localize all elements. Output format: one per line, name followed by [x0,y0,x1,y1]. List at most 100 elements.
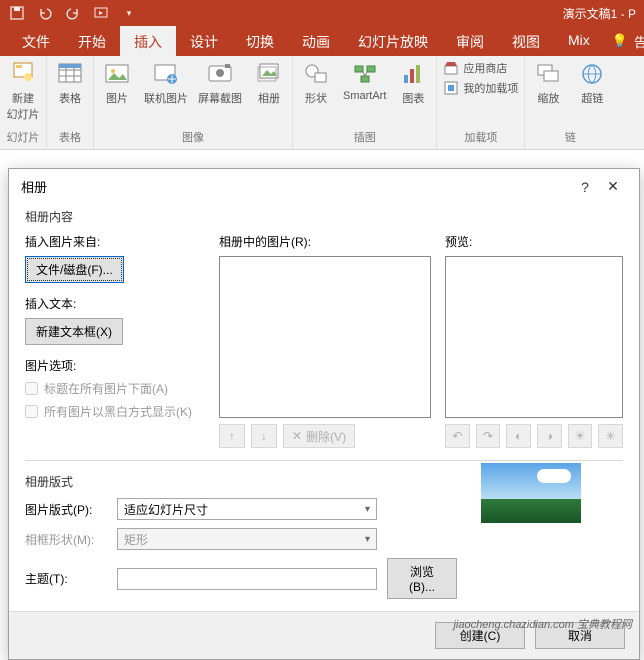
tab-mix[interactable]: Mix [554,26,604,56]
smartart-button[interactable]: SmartArt [343,60,386,102]
chart-label: 图表 [402,90,424,106]
arrow-up-icon: ↑ [229,429,235,443]
tab-file[interactable]: 文件 [8,26,64,56]
album-icon [255,60,283,88]
frame-shape-combo[interactable]: 矩形 [117,528,377,550]
frame-shape-label: 相框形状(M): [25,531,107,548]
dialog-close-button[interactable]: ✕ [599,178,627,195]
group-label-tables: 表格 [59,127,81,149]
album-label: 相册 [258,90,280,106]
pictures-listbox[interactable] [219,256,431,418]
tab-slideshow[interactable]: 幻灯片放映 [344,26,442,56]
picture-button[interactable]: 图片 [100,60,134,106]
new-slide-icon [9,60,37,88]
online-picture-icon [152,60,180,88]
ribbon-group-tables: 表格 表格 [47,56,94,149]
lightbulb-icon: 💡 [612,33,628,49]
redo-icon[interactable] [66,6,80,20]
hyperlink-label: 超链 [581,90,603,106]
tab-animations[interactable]: 动画 [288,26,344,56]
contrast-down-button[interactable]: ◑ [537,424,562,448]
picture-options-label: 图片选项: [25,357,205,374]
photo-album-dialog: 相册 ? ✕ 相册内容 插入图片来自: 文件/磁盘(F)... 插入文本: 新建… [8,168,640,660]
album-button[interactable]: 相册 [252,60,286,106]
undo-icon[interactable] [38,6,52,20]
tab-view[interactable]: 视图 [498,26,554,56]
bw-display-input[interactable] [25,405,38,418]
new-slide-label: 新建 幻灯片 [7,90,40,122]
shapes-icon [302,60,330,88]
caption-below-label: 标题在所有图片下面(A) [44,380,168,397]
contrast-up-button[interactable]: ◐ [506,424,531,448]
picture-layout-combo[interactable]: 适应幻灯片尺寸 [117,498,377,520]
quick-access-toolbar: ▾ [0,6,136,20]
rotate-left-button[interactable]: ↶ [445,424,470,448]
preview-label: 预览: [445,233,623,250]
my-addins-button[interactable]: 我的加载项 [443,80,518,96]
store-icon [443,60,459,76]
brightness-down-button[interactable]: ✳ [598,424,623,448]
shapes-button[interactable]: 形状 [299,60,333,106]
caption-below-checkbox[interactable]: 标题在所有图片下面(A) [25,380,205,397]
theme-textbox[interactable] [117,568,377,590]
hyperlink-button[interactable]: 超链 [575,60,609,106]
album-content-label: 相册内容 [25,208,623,225]
caption-below-input[interactable] [25,382,38,395]
file-disk-button[interactable]: 文件/磁盘(F)... [25,256,124,283]
rotate-left-icon: ↶ [452,429,462,443]
qat-dropdown-icon[interactable]: ▾ [122,6,136,20]
screenshot-button[interactable]: 屏幕截图 [198,60,242,106]
bw-display-checkbox[interactable]: 所有图片以黑白方式显示(K) [25,403,205,420]
dialog-help-button[interactable]: ? [571,179,599,195]
group-label-addins: 加载项 [464,127,497,149]
watermark-text: jiaocheng.chazidian.com 宝典教程网 [453,616,632,632]
tab-home[interactable]: 开始 [64,26,120,56]
online-picture-label: 联机图片 [144,90,188,106]
group-label-illustrations: 插图 [354,127,376,149]
chart-button[interactable]: 图表 [396,60,430,106]
tab-transitions[interactable]: 切换 [232,26,288,56]
move-up-button[interactable]: ↑ [219,424,245,448]
tab-insert[interactable]: 插入 [120,26,176,56]
picture-layout-label: 图片版式(P): [25,501,107,518]
shapes-label: 形状 [305,90,327,106]
brightness-up-button[interactable]: ☀ [568,424,593,448]
new-slide-button[interactable]: 新建 幻灯片 [6,60,40,122]
tab-design[interactable]: 设计 [176,26,232,56]
addins-icon [443,80,459,96]
tell-me-label: 告诉我你 [634,32,644,51]
table-button[interactable]: 表格 [53,60,87,106]
new-textbox-button[interactable]: 新建文本框(X) [25,318,123,345]
brightness-down-icon: ✳ [606,429,616,443]
arrow-down-icon: ↓ [261,429,267,443]
ribbon: 新建 幻灯片 幻灯片 表格 表格 图片 联机图片 屏幕截图 [0,56,644,150]
tell-me-search[interactable]: 💡 告诉我你 [612,26,644,56]
bw-display-label: 所有图片以黑白方式显示(K) [44,403,192,420]
tab-review[interactable]: 审阅 [442,26,498,56]
online-picture-button[interactable]: 联机图片 [144,60,188,106]
group-label-slides: 幻灯片 [7,127,40,149]
theme-label: 主题(T): [25,570,107,587]
start-from-beginning-icon[interactable] [94,6,108,20]
layout-thumbnail [481,463,581,523]
my-addins-label: 我的加载项 [463,80,518,96]
contrast-up-icon: ◐ [515,429,522,443]
brightness-up-icon: ☀ [575,429,586,443]
save-icon[interactable] [10,6,24,20]
ribbon-tabs: 文件 开始 插入 设计 切换 动画 幻灯片放映 审阅 视图 Mix 💡 告诉我你 [0,26,644,56]
rotate-right-button[interactable]: ↷ [476,424,501,448]
remove-x-icon: ✕ [292,429,302,443]
remove-button[interactable]: ✕ 删除(V) [283,424,355,448]
ribbon-group-links: 缩放 超链 链 [525,56,615,149]
store-label: 应用商店 [463,60,507,76]
ribbon-group-illustrations: 形状 SmartArt 图表 插图 [293,56,437,149]
remove-label: 删除(V) [306,428,346,445]
picture-icon [103,60,131,88]
insert-text-label: 插入文本: [25,295,205,312]
store-button[interactable]: 应用商店 [443,60,518,76]
browse-button[interactable]: 浏览(B)... [387,558,457,599]
move-down-button[interactable]: ↓ [251,424,277,448]
zoom-button[interactable]: 缩放 [531,60,565,106]
ribbon-group-images: 图片 联机图片 屏幕截图 相册 图像 [94,56,293,149]
pictures-in-album-label: 相册中的图片(R): [219,233,431,250]
